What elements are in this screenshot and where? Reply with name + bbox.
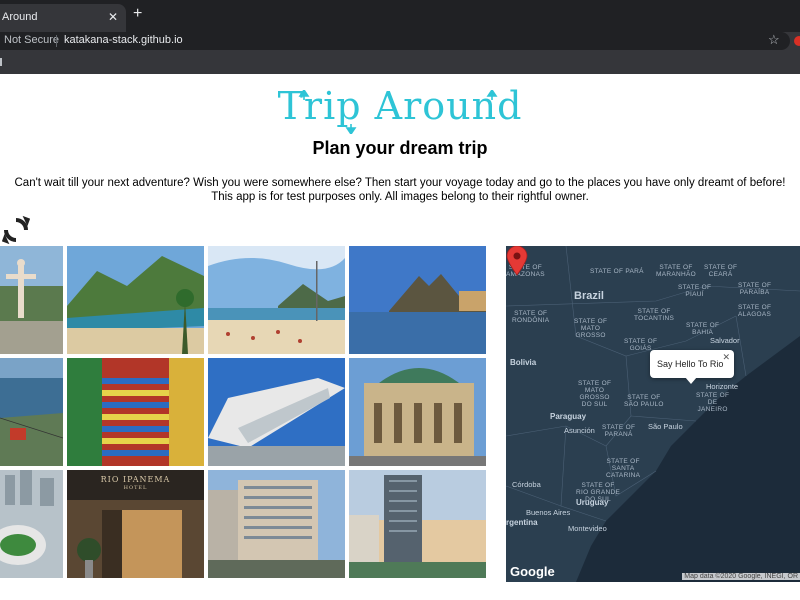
browser-tab[interactable]: Around ✕ <box>0 4 126 32</box>
map-label: STATE OF PIAUÍ <box>678 284 712 298</box>
city-label: Asunción <box>564 426 595 435</box>
map-label: STATE OF MARANHÃO <box>656 264 696 278</box>
map-label: STATE OF PARÁ <box>590 268 644 275</box>
info-window-tail <box>685 377 697 384</box>
map-label: STATE OF CEARÁ <box>704 264 738 278</box>
country-label: Brazil <box>574 290 604 302</box>
map-label: STATE OF SANTA CATARINA <box>606 458 641 479</box>
bookmark-icon[interactable] <box>0 58 2 66</box>
city-label: Córdoba <box>512 480 541 489</box>
description-line: Can't wait till your next adventure? Wis… <box>14 177 786 189</box>
description: Can't wait till your next adventure? Wis… <box>0 176 800 204</box>
country-label: Bolivia <box>510 358 537 367</box>
description-line: This app is for test purposes only. All … <box>211 191 589 203</box>
map-label: STATE OF PARAÍBA <box>738 282 772 296</box>
map-label: STATE OF SÃO PAULO <box>624 394 664 408</box>
photo-selaron-steps[interactable] <box>67 358 204 466</box>
google-logo[interactable]: Google <box>510 564 555 579</box>
photo-beach-hills[interactable] <box>67 246 204 354</box>
map-label: STATE OF TOCANTINS <box>634 308 675 322</box>
map-pin-icon[interactable] <box>506 246 528 276</box>
info-window[interactable]: Say Hello To Rio ✕ <box>650 350 734 384</box>
map-label: STATE OF RONDÔNIA <box>512 310 550 324</box>
photo-maracana-stadium[interactable] <box>0 470 63 578</box>
country-label: rgentina <box>506 518 538 527</box>
photo-christ-the-redeemer[interactable] <box>0 246 63 354</box>
hotel-sign: RIO IPANEMA <box>100 475 171 484</box>
info-window-text: Say Hello To Rio <box>657 359 724 369</box>
photo-museum-of-tomorrow[interactable] <box>208 358 345 466</box>
google-map[interactable]: STATE OF AMAZONAS STATE OF PARÁ STATE OF M… <box>506 246 800 582</box>
refresh-icon[interactable] <box>2 214 30 246</box>
city-label: São Paulo <box>648 422 683 431</box>
page-title: Plan your dream trip <box>312 138 488 158</box>
browser-tab-bar: Around ✕ + <box>0 0 800 32</box>
new-tab-button[interactable]: + <box>133 6 142 22</box>
bookmarks-bar <box>0 52 800 74</box>
photo-grid: RIO IPANEMA HOTEL <box>0 246 486 582</box>
photo-hotel-tower[interactable] <box>208 470 345 578</box>
map-label: STATE OF DE JANEIRO <box>696 392 730 413</box>
photo-hotel-ipanema-entrance[interactable]: RIO IPANEMA HOTEL <box>67 470 204 578</box>
browser-toolbar: Not Secure katakana-stack.github.io ☆ <box>0 32 800 52</box>
city-label: Montevideo <box>568 524 607 533</box>
close-tab-icon[interactable]: ✕ <box>108 10 118 24</box>
security-indicator[interactable]: Not Secure <box>4 34 59 46</box>
photo-beachfront-tower[interactable] <box>349 470 486 578</box>
star-icon[interactable]: ☆ <box>768 32 780 48</box>
map-label: STATE OF PARANÁ <box>602 424 636 438</box>
divider <box>56 35 57 47</box>
city-label: Buenos Aires <box>526 508 571 517</box>
map-label: STATE OF ALAGOAS <box>738 304 772 318</box>
tab-title: Around <box>2 11 38 23</box>
photo-copacabana-beach[interactable] <box>208 246 345 354</box>
map-attribution[interactable]: Map data ©2020 Google, INEGI, OR <box>682 573 800 580</box>
close-icon[interactable]: ✕ <box>722 352 730 363</box>
map-label: Horizonte <box>706 382 739 391</box>
address-bar[interactable]: Not Secure katakana-stack.github.io ☆ <box>0 32 790 50</box>
profile-avatar[interactable] <box>794 36 800 46</box>
country-label: Uruguay <box>576 498 609 507</box>
country-label: Paraguay <box>550 412 587 421</box>
photo-theatro-municipal[interactable] <box>349 358 486 466</box>
map-label: STATE OF BAHIA <box>686 322 720 336</box>
map-label: STATE OF MATO GROSSO <box>574 318 608 339</box>
hotel-sign-sub: HOTEL <box>123 485 148 491</box>
map-label: STATE OF MATO GROSSO DO SUL <box>578 380 612 408</box>
photo-rio-aerial-cablecar[interactable] <box>0 358 63 466</box>
logo-arrows-icon <box>298 90 498 134</box>
url-text[interactable]: katakana-stack.github.io <box>64 34 183 46</box>
city-label: Salvador <box>710 336 740 345</box>
photo-ipanema-sunset[interactable] <box>349 246 486 354</box>
page: Trip Around Plan your dream trip Can't w… <box>0 74 800 600</box>
